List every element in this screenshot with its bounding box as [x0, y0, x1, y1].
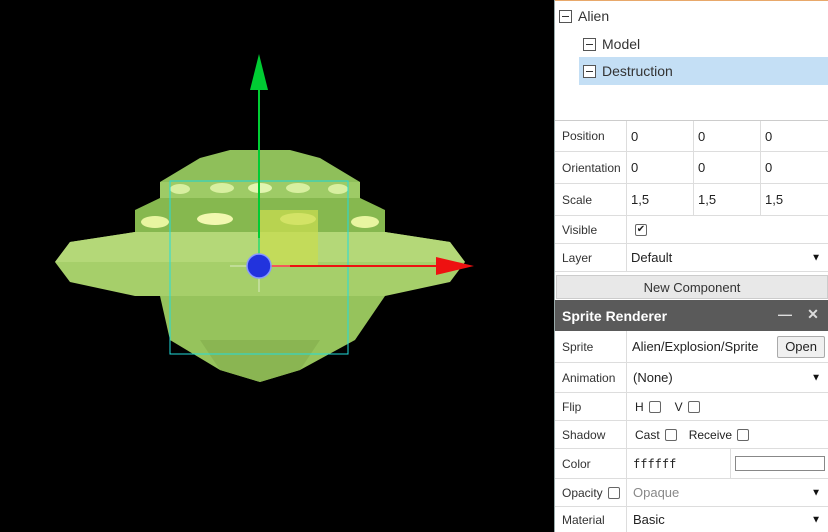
- collapse-icon[interactable]: [559, 9, 572, 23]
- scale-x-input[interactable]: 1,5: [627, 184, 694, 215]
- orientation-row: Orientation 0 0 0: [555, 152, 828, 184]
- shadow-row: Shadow Cast Receive: [555, 421, 828, 449]
- flip-v-label: V: [674, 399, 683, 414]
- inspector-panel: Alien Model Destruction Position 0 0 0 O…: [554, 0, 828, 532]
- material-label: Material: [555, 507, 627, 532]
- dropdown-arrow-icon: ▼: [811, 252, 821, 263]
- opacity-value: Opaque: [633, 485, 680, 500]
- material-row: Material Basic ▼: [555, 507, 828, 532]
- tree-item-destruction[interactable]: Destruction: [579, 57, 828, 85]
- sprite-row: Sprite Alien/Explosion/Sprite Open: [555, 331, 828, 363]
- position-label: Position: [555, 121, 627, 151]
- orientation-x-input[interactable]: 0: [627, 152, 694, 183]
- material-value: Basic: [633, 512, 665, 527]
- scene-canvas[interactable]: [0, 0, 554, 532]
- dropdown-arrow-icon: ▼: [811, 514, 821, 525]
- position-row: Position 0 0 0: [555, 120, 828, 152]
- scale-z-input[interactable]: 1,5: [761, 184, 828, 215]
- tree-item-label: Alien: [578, 8, 610, 24]
- collapse-icon[interactable]: [583, 37, 596, 51]
- shadow-cast-label: Cast: [635, 427, 660, 442]
- animation-label: Animation: [555, 363, 627, 392]
- flip-h-checkbox[interactable]: [648, 400, 661, 413]
- tree-item-label: Destruction: [602, 63, 673, 79]
- layer-label: Layer: [555, 244, 627, 271]
- position-z-input[interactable]: 0: [761, 121, 828, 151]
- animation-select[interactable]: (None) ▼: [627, 363, 828, 392]
- scale-row: Scale 1,5 1,5 1,5: [555, 184, 828, 216]
- scene-viewport[interactable]: [0, 0, 554, 532]
- visible-checkbox[interactable]: ✔: [635, 223, 647, 236]
- flip-label: Flip: [555, 393, 627, 420]
- animation-row: Animation (None) ▼: [555, 363, 828, 393]
- dropdown-arrow-icon: ▼: [811, 372, 821, 383]
- sprite-renderer-header: Sprite Renderer — ✕: [555, 300, 828, 331]
- orientation-z-input[interactable]: 0: [761, 152, 828, 183]
- color-row: Color ffffff: [555, 449, 828, 479]
- scene-tree: Alien Model Destruction: [555, 0, 828, 118]
- opacity-label: Opacity: [562, 485, 603, 500]
- visible-row: Visible ✔: [555, 216, 828, 244]
- opacity-label-cell: Opacity: [555, 479, 627, 506]
- gizmo-center-handle[interactable]: [246, 253, 272, 279]
- component-title: Sprite Renderer: [562, 307, 668, 324]
- opacity-checkbox[interactable]: [607, 486, 620, 499]
- opacity-select[interactable]: Opaque ▼: [627, 479, 828, 506]
- tree-item-label: Model: [602, 36, 641, 52]
- collapse-icon[interactable]: [583, 64, 596, 78]
- opacity-row: Opacity Opaque ▼: [555, 479, 828, 507]
- shadow-label: Shadow: [555, 421, 627, 448]
- position-x-input[interactable]: 0: [627, 121, 694, 151]
- layer-select[interactable]: Default ▼: [627, 244, 828, 271]
- flip-v-checkbox[interactable]: [687, 400, 700, 413]
- scale-y-input[interactable]: 1,5: [694, 184, 761, 215]
- layer-value: Default: [631, 250, 673, 265]
- sprite-label: Sprite: [555, 331, 627, 362]
- sprite-path[interactable]: Alien/Explosion/Sprite: [632, 339, 758, 354]
- tree-item-model[interactable]: Model: [583, 30, 828, 58]
- shadow-cast-checkbox[interactable]: [664, 428, 677, 441]
- color-hex-input[interactable]: ffffff: [627, 449, 731, 478]
- scale-label: Scale: [555, 184, 627, 215]
- visible-label: Visible: [555, 216, 627, 243]
- orientation-y-input[interactable]: 0: [694, 152, 761, 183]
- tree-item-alien[interactable]: Alien: [559, 2, 828, 30]
- editor-window: Alien Model Destruction Position 0 0 0 O…: [0, 0, 828, 532]
- color-label: Color: [555, 449, 627, 478]
- color-swatch[interactable]: [735, 456, 825, 471]
- layer-row: Layer Default ▼: [555, 244, 828, 272]
- open-sprite-button[interactable]: Open: [777, 335, 825, 358]
- orientation-label: Orientation: [555, 152, 627, 183]
- dropdown-arrow-icon: ▼: [811, 487, 821, 498]
- material-select[interactable]: Basic ▼: [627, 507, 828, 532]
- shadow-receive-label: Receive: [688, 427, 733, 442]
- flip-row: Flip H V: [555, 393, 828, 421]
- shadow-receive-checkbox[interactable]: [737, 428, 750, 441]
- gizmo-y-arrow[interactable]: [250, 54, 268, 90]
- minimize-icon[interactable]: —: [777, 306, 793, 324]
- flip-h-label: H: [635, 399, 644, 414]
- new-component-button[interactable]: New Component: [556, 275, 828, 299]
- animation-value: (None): [633, 370, 673, 385]
- position-y-input[interactable]: 0: [694, 121, 761, 151]
- close-icon[interactable]: ✕: [805, 306, 821, 324]
